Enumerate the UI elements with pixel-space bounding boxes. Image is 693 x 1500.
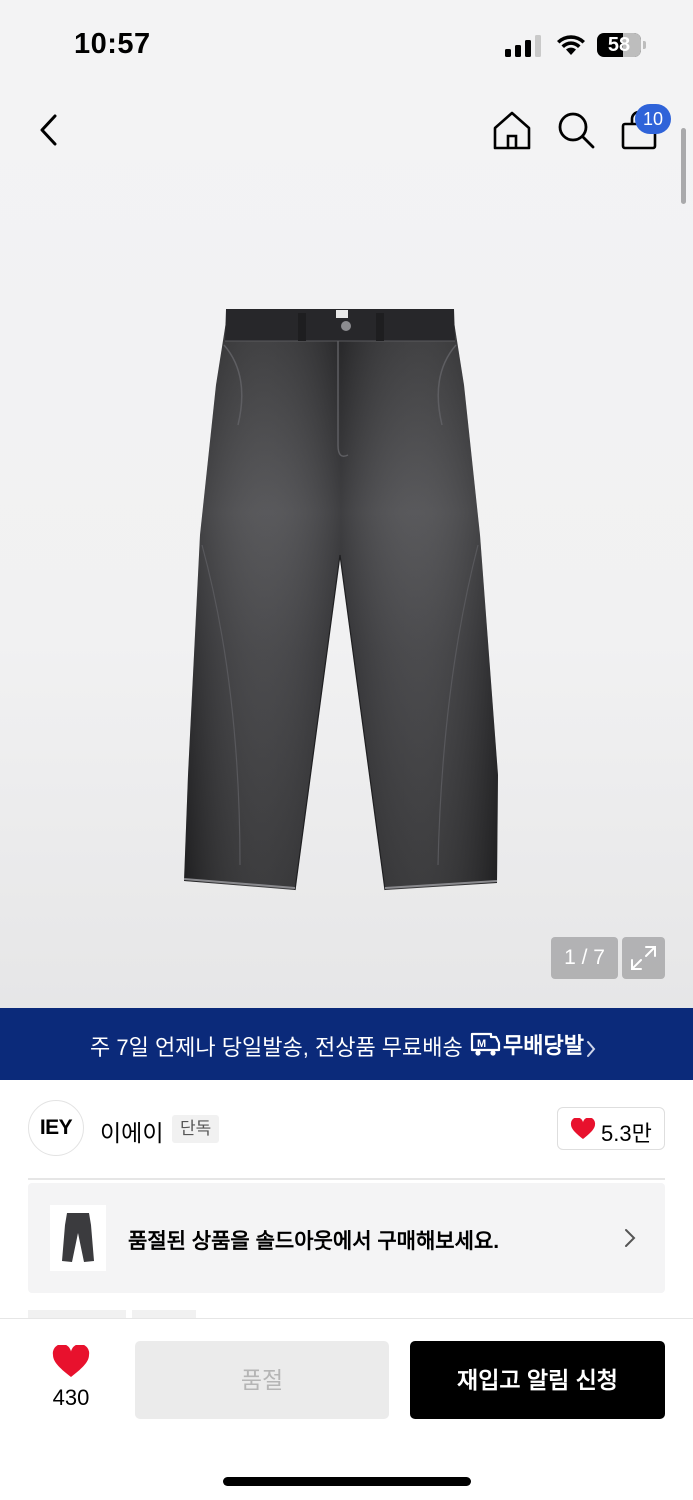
delivery-truck-icon: M xyxy=(470,1032,501,1056)
heart-icon xyxy=(570,1118,596,1139)
svg-text:M: M xyxy=(477,1038,486,1050)
expand-icon[interactable] xyxy=(622,937,665,979)
brand-logo[interactable]: IEY xyxy=(28,1100,84,1156)
bottom-action-bar: 430 품절 재입고 알림 신청 xyxy=(0,1318,693,1500)
image-page-counter: 1 / 7 xyxy=(551,937,618,979)
cart-count-badge[interactable]: 10 xyxy=(635,104,671,134)
soldout-button[interactable]: 품절 xyxy=(135,1341,389,1419)
home-icon[interactable] xyxy=(490,108,534,152)
restock-alert-button[interactable]: 재입고 알림 신청 xyxy=(410,1341,665,1419)
battery-level: 58 xyxy=(607,34,631,56)
brand-like-button[interactable]: 5.3만 xyxy=(557,1107,665,1150)
product-image[interactable] xyxy=(180,305,500,895)
brand-like-count: 5.3만 xyxy=(601,1121,652,1146)
exclusive-badge: 단독 xyxy=(172,1115,220,1143)
signal-icon xyxy=(505,35,541,57)
search-icon[interactable] xyxy=(554,108,598,152)
product-gallery[interactable]: 10 1 / 7 xyxy=(0,90,693,1008)
back-icon[interactable] xyxy=(30,110,70,150)
promo-text: 주 7일 언제나 당일발송, 전상품 무료배송 xyxy=(90,1035,463,1060)
scrollbar[interactable] xyxy=(681,128,686,204)
promo-brand: 무배당발 xyxy=(503,1033,584,1058)
soldout-notice-text: 품절된 상품을 솔드아웃에서 구매해보세요. xyxy=(128,1230,500,1253)
home-indicator[interactable] xyxy=(223,1477,471,1486)
status-time: 10:57 xyxy=(74,28,151,60)
status-bar: 10:57 58 xyxy=(0,0,693,90)
wish-count: 430 xyxy=(52,1385,90,1410)
chevron-right-icon xyxy=(625,1229,636,1247)
battery-icon: 58 xyxy=(597,33,647,57)
soldout-market-card[interactable]: 품절된 상품을 솔드아웃에서 구매해보세요. xyxy=(28,1183,665,1293)
brand-name[interactable]: 이에이 xyxy=(100,1114,163,1148)
chevron-right-icon xyxy=(587,1041,596,1057)
divider xyxy=(28,1178,665,1180)
product-thumbnail xyxy=(50,1205,106,1271)
wifi-icon xyxy=(557,35,585,55)
heart-icon[interactable] xyxy=(52,1345,90,1379)
free-shipping-banner[interactable]: 주 7일 언제나 당일발송, 전상품 무료배송 M 무배당발 xyxy=(0,1008,693,1080)
